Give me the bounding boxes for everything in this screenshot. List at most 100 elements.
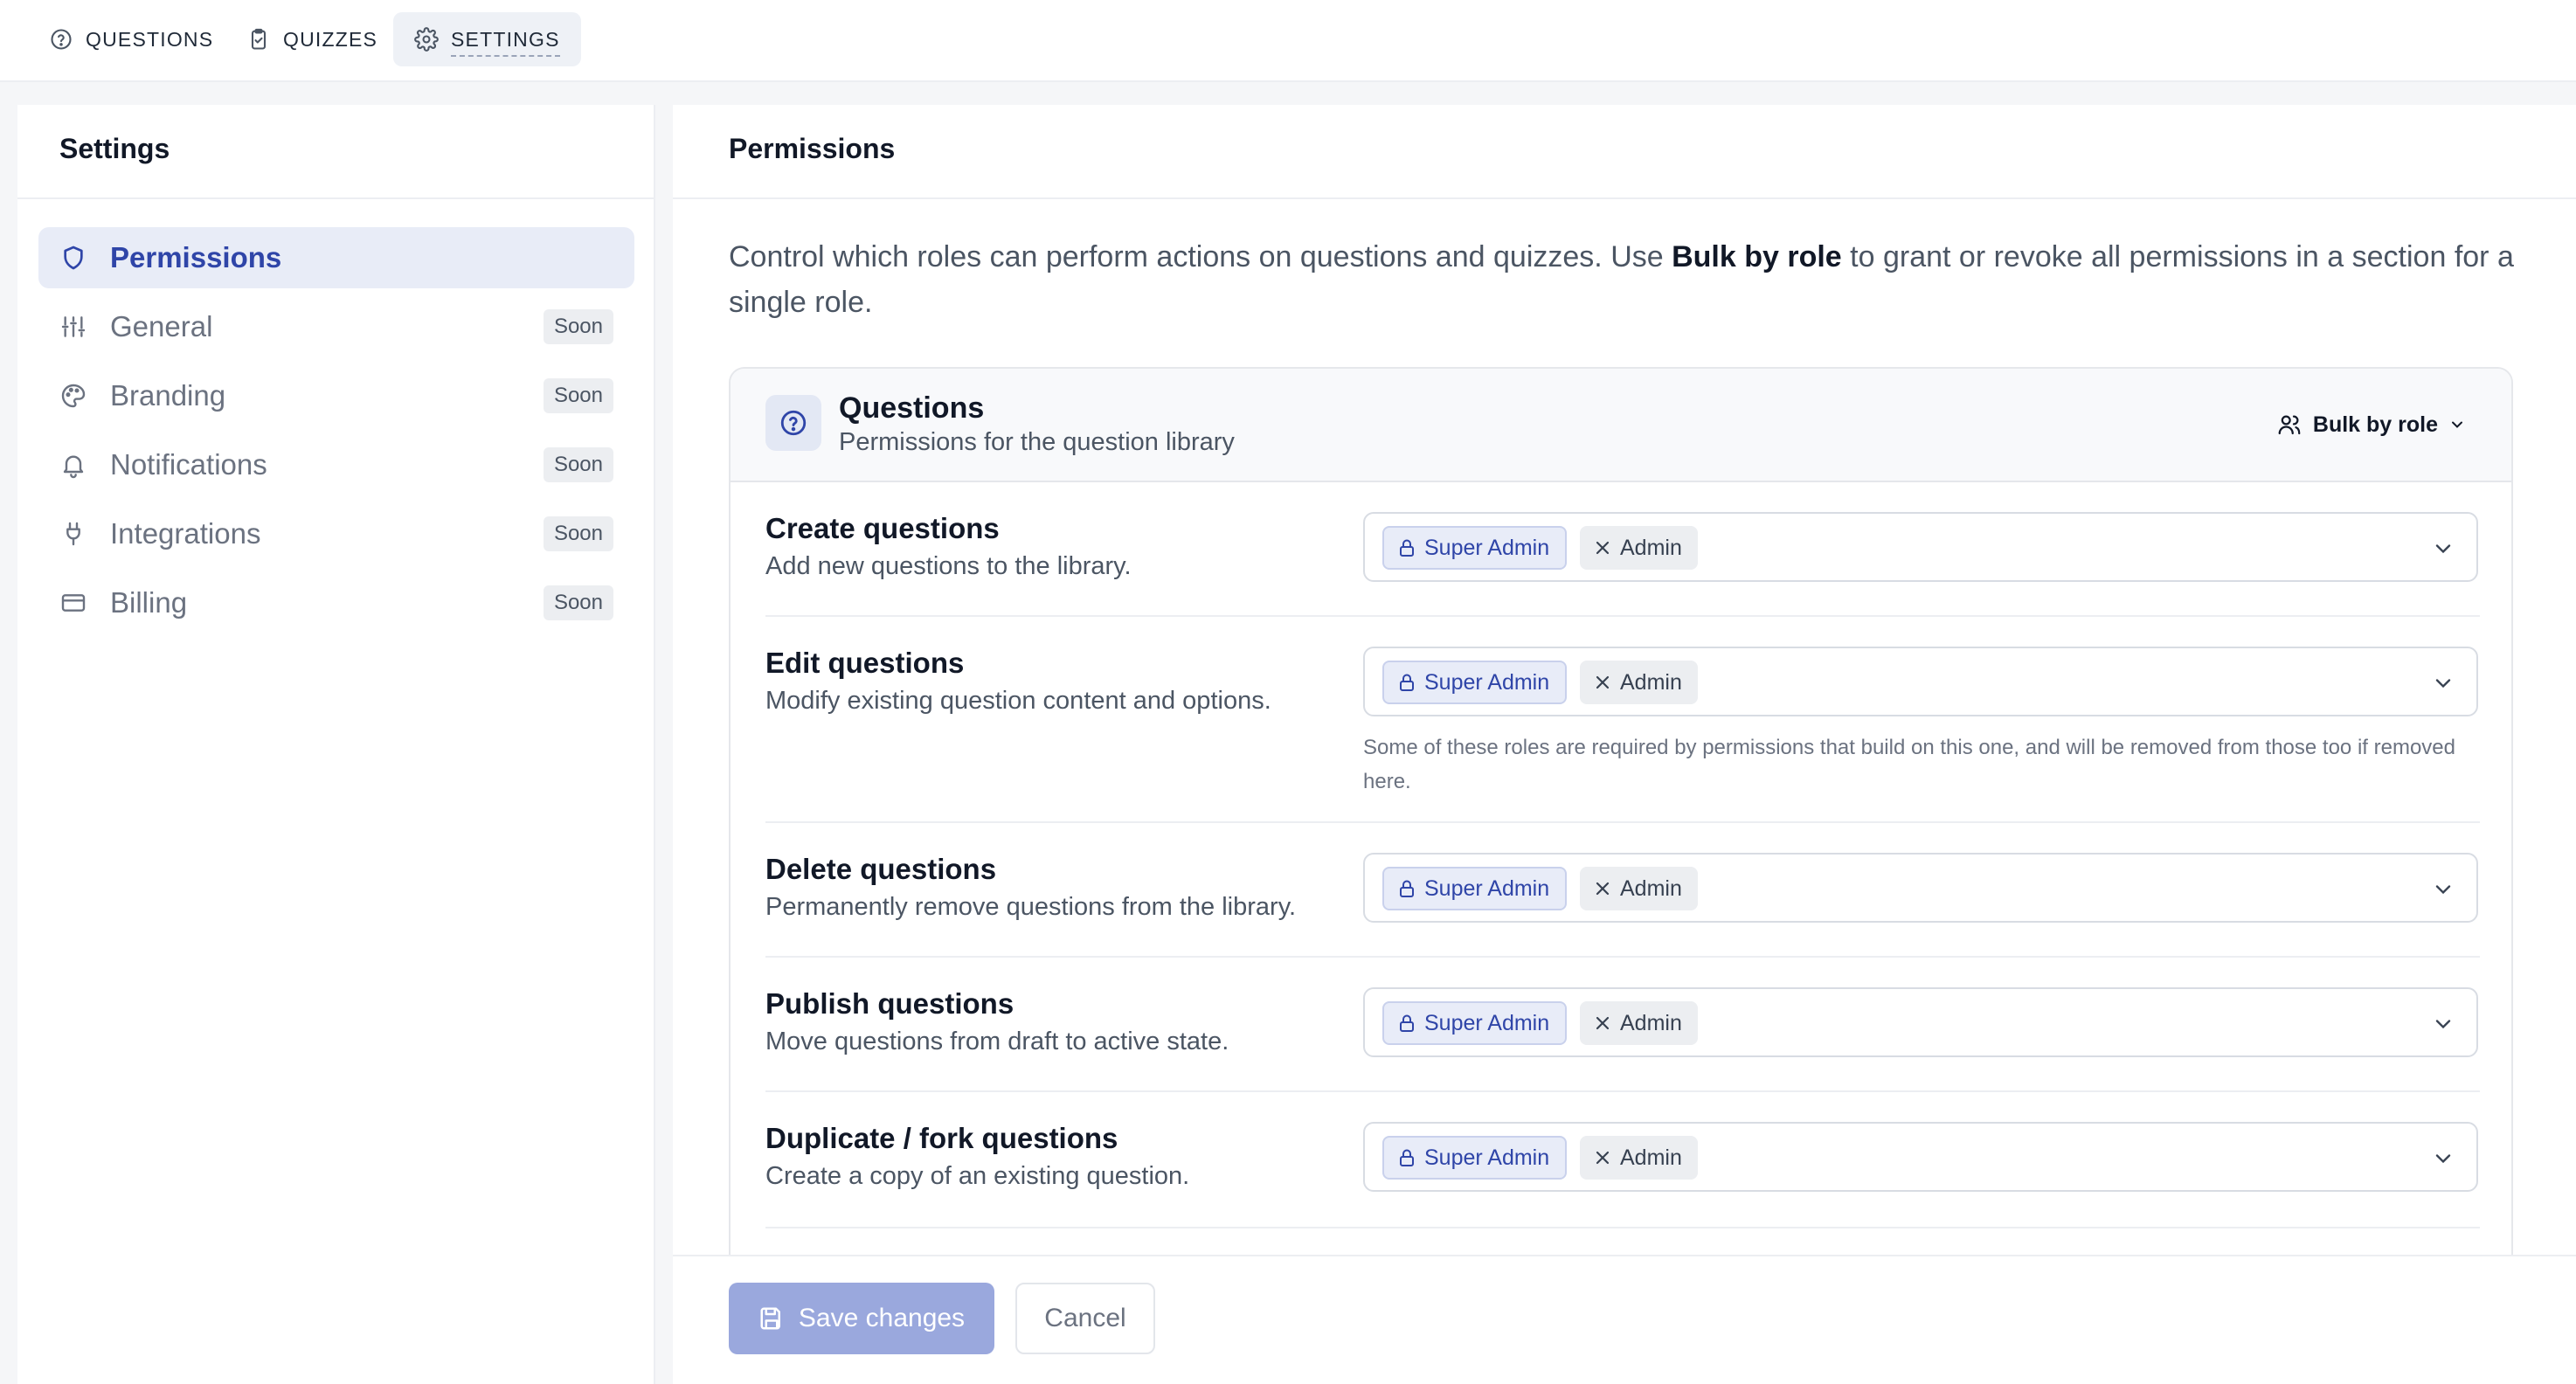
settings-sidebar: Settings Permissions General Soon Brandi… [17, 105, 655, 1384]
close-icon[interactable] [1592, 878, 1613, 899]
questions-permissions-card: Questions Permissions for the question l… [729, 367, 2513, 1328]
footer-actions: Save changes Cancel [673, 1255, 2576, 1384]
status-badge: Soon [543, 447, 613, 482]
permission-description: Create a copy of an existing question. [765, 1162, 1190, 1190]
status-badge: Soon [543, 516, 613, 551]
roles-select[interactable]: Super Admin Admin [1363, 853, 2478, 923]
permission-description: Modify existing question content and opt… [765, 687, 1271, 715]
sidebar-item-label: General [110, 310, 213, 343]
roles-select[interactable]: Super Admin Admin [1363, 987, 2478, 1057]
role-chip: Admin [1580, 526, 1698, 570]
role-chip-locked: Super Admin [1382, 1001, 1568, 1045]
permission-title: Edit questions [765, 647, 965, 679]
permissions-panel: Permissions Control which roles can perf… [673, 105, 2576, 1384]
help-circle-icon [51, 29, 72, 50]
sidebar-item-label: Notifications [110, 448, 267, 481]
sidebar-item-integrations[interactable]: Integrations Soon [38, 503, 634, 564]
chevron-down-icon[interactable] [2431, 877, 2455, 902]
role-chip-locked: Super Admin [1382, 867, 1568, 910]
role-chip-locked: Super Admin [1382, 526, 1568, 570]
close-icon[interactable] [1592, 537, 1613, 558]
lock-icon [1400, 1014, 1414, 1032]
bulk-by-role-button[interactable]: Bulk by role [2276, 405, 2466, 444]
permission-row: Create questions Add new questions to th… [765, 482, 2480, 617]
permission-description: Permanently remove questions from the li… [765, 893, 1297, 921]
shield-icon [64, 246, 83, 270]
section-title: Questions [839, 391, 985, 425]
sidebar-item-label: Permissions [110, 241, 282, 273]
palette-icon [61, 384, 86, 408]
divider [17, 197, 655, 199]
lock-icon [1400, 674, 1414, 691]
status-badge: Soon [543, 309, 613, 344]
sidebar-item-label: Integrations [110, 517, 261, 550]
save-changes-button[interactable]: Save changes [729, 1283, 994, 1354]
chevron-down-icon[interactable] [2431, 1012, 2455, 1036]
sliders-icon [61, 316, 86, 337]
role-chip: Admin [1580, 1136, 1698, 1180]
permission-title: Publish questions [765, 987, 1014, 1020]
tab-questions[interactable]: QUESTIONS [28, 12, 234, 66]
permission-row: Delete questions Permanently remove ques… [765, 823, 2480, 958]
section-icon [765, 395, 821, 451]
credit-card-icon [61, 594, 86, 612]
chevron-down-icon[interactable] [2431, 671, 2455, 695]
chevron-down-icon [2452, 421, 2462, 428]
bulk-label: Bulk by role [2312, 412, 2438, 437]
sidebar-item-label: Billing [110, 586, 188, 619]
intro-bold: Bulk by role [1672, 240, 1842, 273]
sidebar-item-label: Branding [110, 379, 226, 412]
sidebar-item-branding[interactable]: Branding Soon [38, 365, 634, 426]
dependency-warning: Some of these roles are required by perm… [1363, 736, 2455, 793]
sidebar-item-permissions[interactable]: Permissions [38, 227, 634, 288]
permission-title: Duplicate / fork questions [765, 1122, 1118, 1154]
tab-label: QUESTIONS [86, 27, 214, 51]
close-icon[interactable] [1592, 1147, 1613, 1168]
role-chip: Admin [1580, 867, 1698, 910]
lock-icon [1400, 880, 1414, 897]
save-icon [760, 1307, 780, 1330]
plug-icon [66, 522, 80, 546]
sidebar-item-billing[interactable]: Billing Soon [38, 572, 634, 633]
users-icon [2278, 415, 2301, 435]
sidebar-item-general[interactable]: General Soon [38, 296, 634, 357]
tab-label: QUIZZES [283, 27, 378, 51]
clipboard-icon [251, 28, 267, 50]
intro-text: Control which roles can perform actions … [729, 240, 2514, 319]
permission-row: Publish questions Move questions from dr… [765, 958, 2480, 1092]
permission-title: Delete questions [765, 853, 997, 885]
bell-icon [63, 455, 84, 479]
cancel-button[interactable]: Cancel [1015, 1283, 1155, 1354]
tab-label: SETTINGS [451, 28, 560, 57]
permission-row: Edit questions Modify existing question … [765, 617, 2480, 823]
role-chip-locked: Super Admin [1382, 1136, 1568, 1180]
permission-description: Move questions from draft to active stat… [765, 1028, 1229, 1055]
tab-settings[interactable]: SETTINGS [393, 12, 581, 66]
chevron-down-icon[interactable] [2431, 536, 2455, 561]
gear-icon [414, 27, 439, 52]
role-chip-locked: Super Admin [1382, 661, 1568, 704]
divider [673, 197, 2576, 199]
close-icon[interactable] [1592, 672, 1613, 693]
chevron-down-icon[interactable] [2431, 1146, 2455, 1171]
top-tab-bar: QUESTIONS QUIZZES SETTINGS [0, 0, 2576, 82]
status-badge: Soon [543, 585, 613, 620]
card-header: Questions Permissions for the question l… [731, 369, 2511, 482]
sidebar-title: Settings [59, 133, 170, 164]
permission-title: Create questions [765, 512, 1000, 544]
lock-icon [1400, 1149, 1414, 1166]
help-circle-icon [780, 410, 807, 436]
lock-icon [1400, 539, 1414, 557]
sidebar-item-notifications[interactable]: Notifications Soon [38, 434, 634, 495]
permission-row: Duplicate / fork questions Create a copy… [765, 1092, 2480, 1228]
page-title: Permissions [729, 133, 896, 164]
roles-select[interactable]: Super Admin Admin [1363, 647, 2478, 716]
section-subtitle: Permissions for the question library [839, 428, 1235, 456]
role-chip: Admin [1580, 661, 1698, 704]
close-icon[interactable] [1592, 1013, 1613, 1034]
tab-quizzes[interactable]: QUIZZES [225, 12, 398, 66]
roles-select[interactable]: Super Admin Admin [1363, 512, 2478, 582]
roles-select[interactable]: Super Admin Admin [1363, 1122, 2478, 1192]
save-label: Save changes [798, 1304, 966, 1332]
role-chip: Admin [1580, 1001, 1698, 1045]
